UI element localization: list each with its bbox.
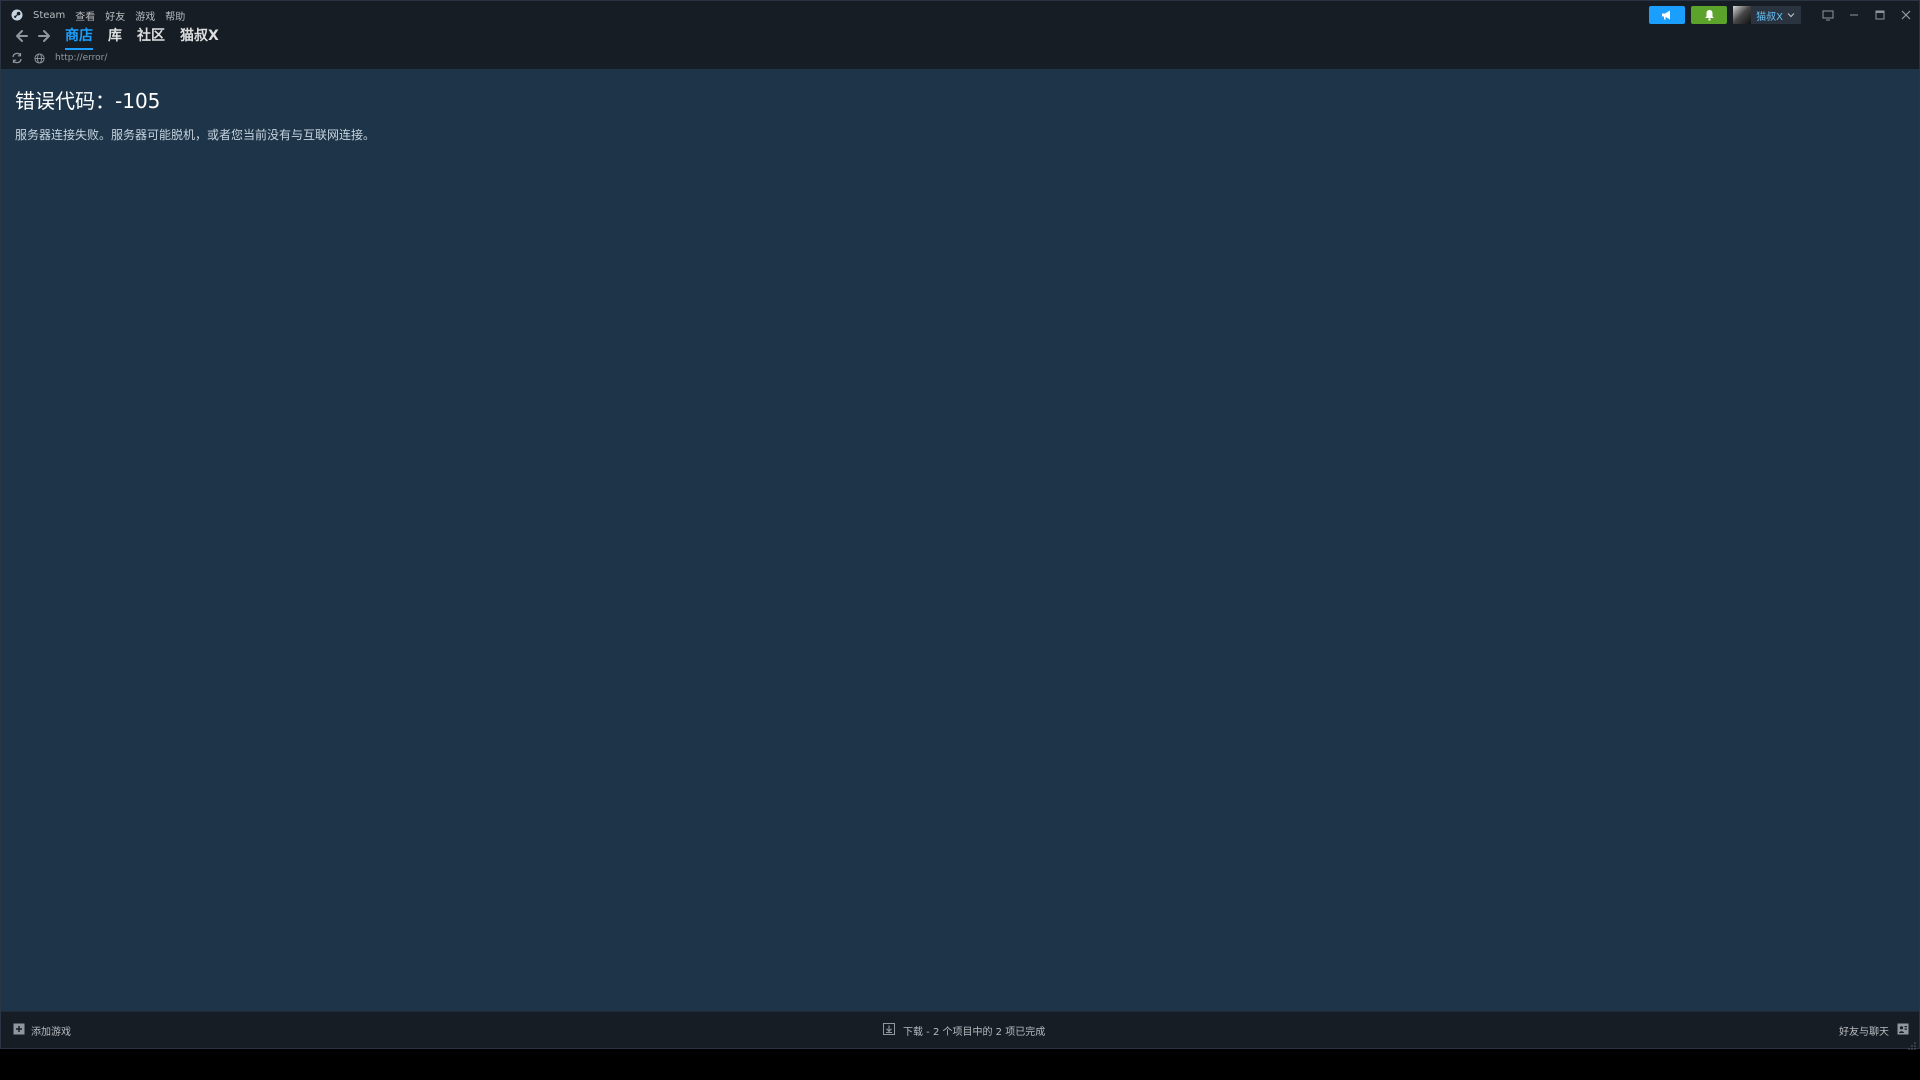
add-game-button[interactable]: 添加游戏 [13,1023,71,1038]
add-game-label: 添加游戏 [31,1027,71,1038]
avatar [1733,6,1752,24]
bell-icon [1704,6,1715,25]
error-panel: 错误代码：-105 服务器连接失败。服务器可能脱机，或者您当前没有与互联网连接。 [15,85,375,143]
tab-community[interactable]: 社区 [137,25,165,47]
arrow-left-icon[interactable] [11,26,31,46]
resize-grip-icon[interactable] [1907,1036,1917,1050]
user-name: 猫叔X [1756,11,1783,23]
menu-steam[interactable]: Steam [33,10,65,21]
error-message: 服务器连接失败。服务器可能脱机，或者您当前没有与互联网连接。 [15,128,376,142]
reload-icon[interactable] [11,52,23,64]
steam-window: Steam 查看 好友 游戏 帮助 商店 库 社区 猫叔X http://err… [0,0,1920,1050]
user-menu[interactable]: 猫叔X [1733,6,1801,24]
menu-bar: Steam 查看 好友 游戏 帮助 [11,7,185,23]
url-text[interactable]: http://error/ [55,53,107,63]
megaphone-icon [1661,6,1673,25]
maximize-icon[interactable] [1867,6,1893,24]
menu-friends[interactable]: 好友 [105,8,125,23]
tab-profile[interactable]: 猫叔X [180,25,219,47]
plus-square-icon [13,1023,25,1038]
notifications-button[interactable] [1691,6,1728,25]
menu-games[interactable]: 游戏 [135,8,155,23]
minimize-icon[interactable] [1841,6,1867,24]
nav-tabs: 商店 库 社区 猫叔X [65,25,219,50]
url-bar: http://error/ [11,51,107,65]
monitor-icon[interactable] [1815,6,1841,24]
downloads-label: 下载 - 2 个项目中的 2 项已完成 [903,1027,1046,1038]
menu-help[interactable]: 帮助 [165,8,185,23]
error-title: 错误代码：-105 [15,89,161,113]
arrow-right-icon[interactable] [35,26,55,46]
download-icon [883,1023,895,1038]
friends-chat-button[interactable]: 好友与聊天 [1839,1023,1909,1038]
globe-icon [33,52,45,64]
tab-library[interactable]: 库 [108,25,122,47]
downloads-status[interactable]: 下载 - 2 个项目中的 2 项已完成 [883,1023,1045,1038]
announcements-button[interactable] [1649,6,1686,25]
close-icon[interactable] [1893,6,1919,24]
menu-view[interactable]: 查看 [75,8,95,23]
top-right-controls: 猫叔X [1649,4,1919,26]
friends-chat-label: 好友与聊天 [1839,1027,1889,1038]
steam-logo-icon[interactable] [11,9,23,21]
chevron-down-icon [1787,11,1795,19]
bottom-bar: 添加游戏 下载 - 2 个项目中的 2 项已完成 好友与聊天 [1,1011,1919,1050]
title-bar: Steam 查看 好友 游戏 帮助 商店 库 社区 猫叔X http://err… [1,1,1919,69]
tab-store[interactable]: 商店 [65,25,93,50]
navigation-bar: 商店 库 社区 猫叔X [11,25,219,50]
